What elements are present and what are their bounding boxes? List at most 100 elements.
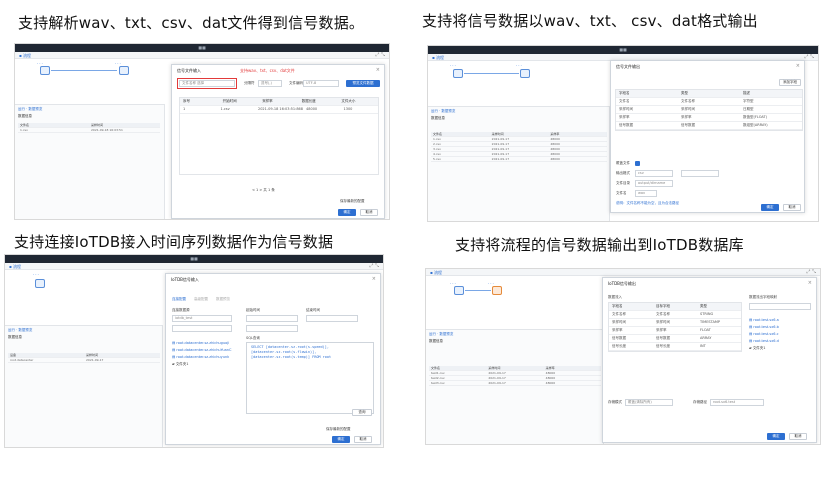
add-field-button[interactable]: 添加字段	[779, 79, 801, 86]
target-item[interactable]: ▤ root.test.sx6.a	[749, 318, 779, 322]
table-header: 序号 开始时间 采样率 数据长度 文件大小	[180, 98, 378, 106]
close-icon[interactable]: ×	[372, 276, 376, 282]
hint-text: 说明：文件名称不能为空，且为合法路径	[616, 201, 679, 205]
tab-connection[interactable]: 连接配置	[172, 297, 186, 302]
query-button[interactable]: 查询	[352, 409, 372, 416]
flow-node[interactable]	[454, 286, 464, 295]
start-time-label: 起始时间	[246, 308, 260, 312]
tree-item[interactable]: ▤ root.datacenter.sz.zhichuyunk	[172, 355, 229, 359]
save-config-check[interactable]: 保存最新的配置	[326, 427, 351, 432]
encoding-select[interactable]: UTF-8	[303, 80, 339, 87]
table-row[interactable]: 1 1.csv 2021-09-18 16:03:51:868 48000 1300	[180, 106, 378, 114]
app-topbar: ■■	[428, 46, 818, 54]
end-time-label: 结束时间	[306, 308, 320, 312]
right-section-title: 数据流出字段映射	[749, 295, 777, 299]
file-input-dialog: 信号文件输入 × 文件名称 选择 支持wav、txt、csv、dat文件 分隔符…	[171, 64, 385, 219]
mapping-table: 字段名 目标字段 类型 文件名称 文件名称 STRING 采样时间 采样时间 TIMESTA…	[608, 302, 742, 352]
overwrite-label: 覆盖文件	[616, 161, 630, 165]
caption-iotdb-input: 支持连接IoTDB接入时间序列数据作为信号数据	[14, 233, 334, 251]
tree-search-input[interactable]	[172, 325, 232, 332]
dir-label: 文件目录	[616, 181, 630, 185]
caption-file-output: 支持将信号数据以wav、txt、 csv、dat格式输出	[422, 12, 758, 30]
cancel-button[interactable]: 取消	[789, 433, 807, 440]
table-header: 字段名 目标字段 类型	[609, 303, 741, 311]
sql-line: [datacenter.sz.root(s.temp)] FROM root	[251, 355, 332, 359]
target-search-input[interactable]	[749, 303, 811, 310]
caption-iotdb-output: 支持将流程的信号数据输出到IoTDB数据库	[455, 236, 744, 254]
file-output-dialog: 信号文件输出 × 添加字段 字段名 类型 描述 文件名 文件名称 字符型 采样时间 采样时…	[610, 60, 805, 213]
preview-table: 序号 开始时间 采样率 数据长度 文件大小 1 1.csv 2021-09-18 16:03…	[179, 97, 379, 175]
app-subbar: ▪ 流程 ⤢ ⤡	[5, 263, 383, 270]
left-section-title: 数据流入	[608, 295, 622, 299]
bottom-panel: 运行 · 数据预览 数据信息 设备 采样时间 root.datacenter 202…	[5, 325, 163, 447]
cancel-button[interactable]: 取消	[354, 436, 372, 443]
folder-item[interactable]: ▰ 文件夹1	[172, 362, 189, 367]
format-extra-field[interactable]	[681, 170, 719, 177]
start-time-field[interactable]	[246, 315, 298, 322]
pager[interactable]: < 1 > 共 1 条	[252, 188, 275, 193]
conn-select[interactable]: iotdb_test	[172, 315, 232, 322]
ok-button[interactable]: 确定	[332, 436, 350, 443]
flow-node[interactable]	[453, 69, 463, 78]
screenshot-file-input: ■■ ▪ 流程 ⤢ ⤡ ··· ··· 运行 · 数据预览 数据信息 文件名 采样时…	[14, 43, 390, 220]
flow-node[interactable]	[520, 69, 530, 78]
format-select[interactable]: csv	[635, 170, 673, 177]
ok-button[interactable]: 确定	[761, 204, 779, 211]
flow-node[interactable]	[35, 279, 45, 288]
mode-select[interactable]: 覆盖(清除所有)	[625, 399, 673, 406]
table-row[interactable]: 信号数据 信号数据 ARRAY	[609, 335, 741, 343]
screenshot-iotdb-input: ■■ ▪ 流程 ⤢ ⤡ ··· 运行 · 数据预览 数据信息 设备 采样时间 roo…	[4, 254, 384, 448]
screenshot-iotdb-output: ▪ 流程 ⤢ ⤡ ··· ··· 运行 · 数据预览 数据信息 文件名 采样时间 采样…	[425, 268, 821, 445]
table-row[interactable]: 信号数据 信号数据 数组型(ARRAY)	[616, 122, 802, 130]
ok-button[interactable]: 确定	[767, 433, 785, 440]
folder-item[interactable]: ▰ 文件夹1	[749, 346, 766, 351]
dialog-title: 信号文件输出	[616, 64, 640, 69]
caption-file-input: 支持解析wav、txt、csv、dat文件得到信号数据。	[18, 14, 365, 32]
path-field[interactable]: root.sx6.test	[710, 399, 764, 406]
tree-item[interactable]: ▤ root.datacenter.sz.zhichuYuanC	[172, 348, 231, 352]
iotdb-output-dialog: IoTDB信号输出 × 数据流入 数据流出字段映射 字段名 目标字段 类型 文件名称…	[602, 277, 817, 443]
tab-preview[interactable]: 数据预览	[216, 297, 230, 302]
table-row[interactable]: 采样时间 采样时间 TIMESTAMP	[609, 319, 741, 327]
overwrite-checkbox[interactable]	[635, 161, 640, 166]
flow-node[interactable]	[40, 66, 50, 75]
end-time-field[interactable]	[306, 315, 358, 322]
tree-item[interactable]: ▤ root.datacenter.sz.zhichuguoji	[172, 341, 229, 345]
target-item[interactable]: ▤ root.test.sx6.b	[749, 325, 779, 329]
path-label: 存储路径	[693, 400, 707, 404]
close-icon[interactable]: ×	[796, 63, 800, 69]
dialog-title: IoTDB信号输入	[171, 277, 199, 282]
granularity-select[interactable]	[246, 325, 298, 332]
target-item[interactable]: ▤ root.test.sx6.c	[749, 332, 779, 336]
tab-advanced[interactable]: 高级配置	[194, 297, 208, 302]
bottom-panel: 运行 · 数据预览 数据信息 文件名 采样时间 采样率 1.csv 2021-09-1…	[428, 106, 610, 221]
name-label: 文件名	[616, 191, 627, 195]
encoding-label: 文件编码	[289, 81, 303, 85]
name-field[interactable]: wav	[635, 190, 657, 197]
cancel-button[interactable]: 取消	[783, 204, 801, 211]
table-row[interactable]: 文件名 文件名称 字符型	[616, 98, 802, 106]
app-topbar: ■■	[5, 255, 383, 263]
dir-field[interactable]: output/dirname	[635, 180, 673, 187]
close-icon[interactable]: ×	[808, 280, 812, 286]
cancel-button[interactable]: 取消	[360, 209, 378, 216]
flow-node-output[interactable]	[492, 286, 502, 295]
format-label: 输出格式	[616, 171, 630, 175]
bottom-panel: 运行 · 数据预览 数据信息 文件名 采样时间 1.csv 2021-09-18 1…	[15, 104, 165, 219]
iotdb-input-dialog: IoTDB信号输入 × 连接配置 高级配置 数据预览 连接数据源 iotdb_t…	[165, 273, 381, 445]
sql-label: SQL查询	[246, 336, 260, 340]
table-row[interactable]: 信号长度 信号长度 INT	[609, 343, 741, 351]
table-row[interactable]: 文件名称 文件名称 STRING	[609, 311, 741, 319]
ok-button[interactable]: 确定	[338, 209, 356, 216]
table-row[interactable]: 采样率 采样率 数值型(FLOAT)	[616, 114, 802, 122]
table-row[interactable]: 采样率 采样率 FLOAT	[609, 327, 741, 335]
preview-button[interactable]: 预览文件数据	[346, 80, 380, 87]
table-header: 字段名 类型 描述	[616, 90, 802, 98]
conn-label: 连接数据源	[172, 308, 190, 312]
close-icon[interactable]: ×	[376, 67, 380, 73]
table-row[interactable]: 采样时间 采样时间 日期型	[616, 106, 802, 114]
separator-select[interactable]: 逗号(,)	[258, 80, 282, 87]
save-config-check[interactable]: 保存最新的配置	[340, 199, 365, 204]
target-item[interactable]: ▤ root.test.sx6.d	[749, 339, 779, 343]
flow-node[interactable]	[119, 66, 129, 75]
